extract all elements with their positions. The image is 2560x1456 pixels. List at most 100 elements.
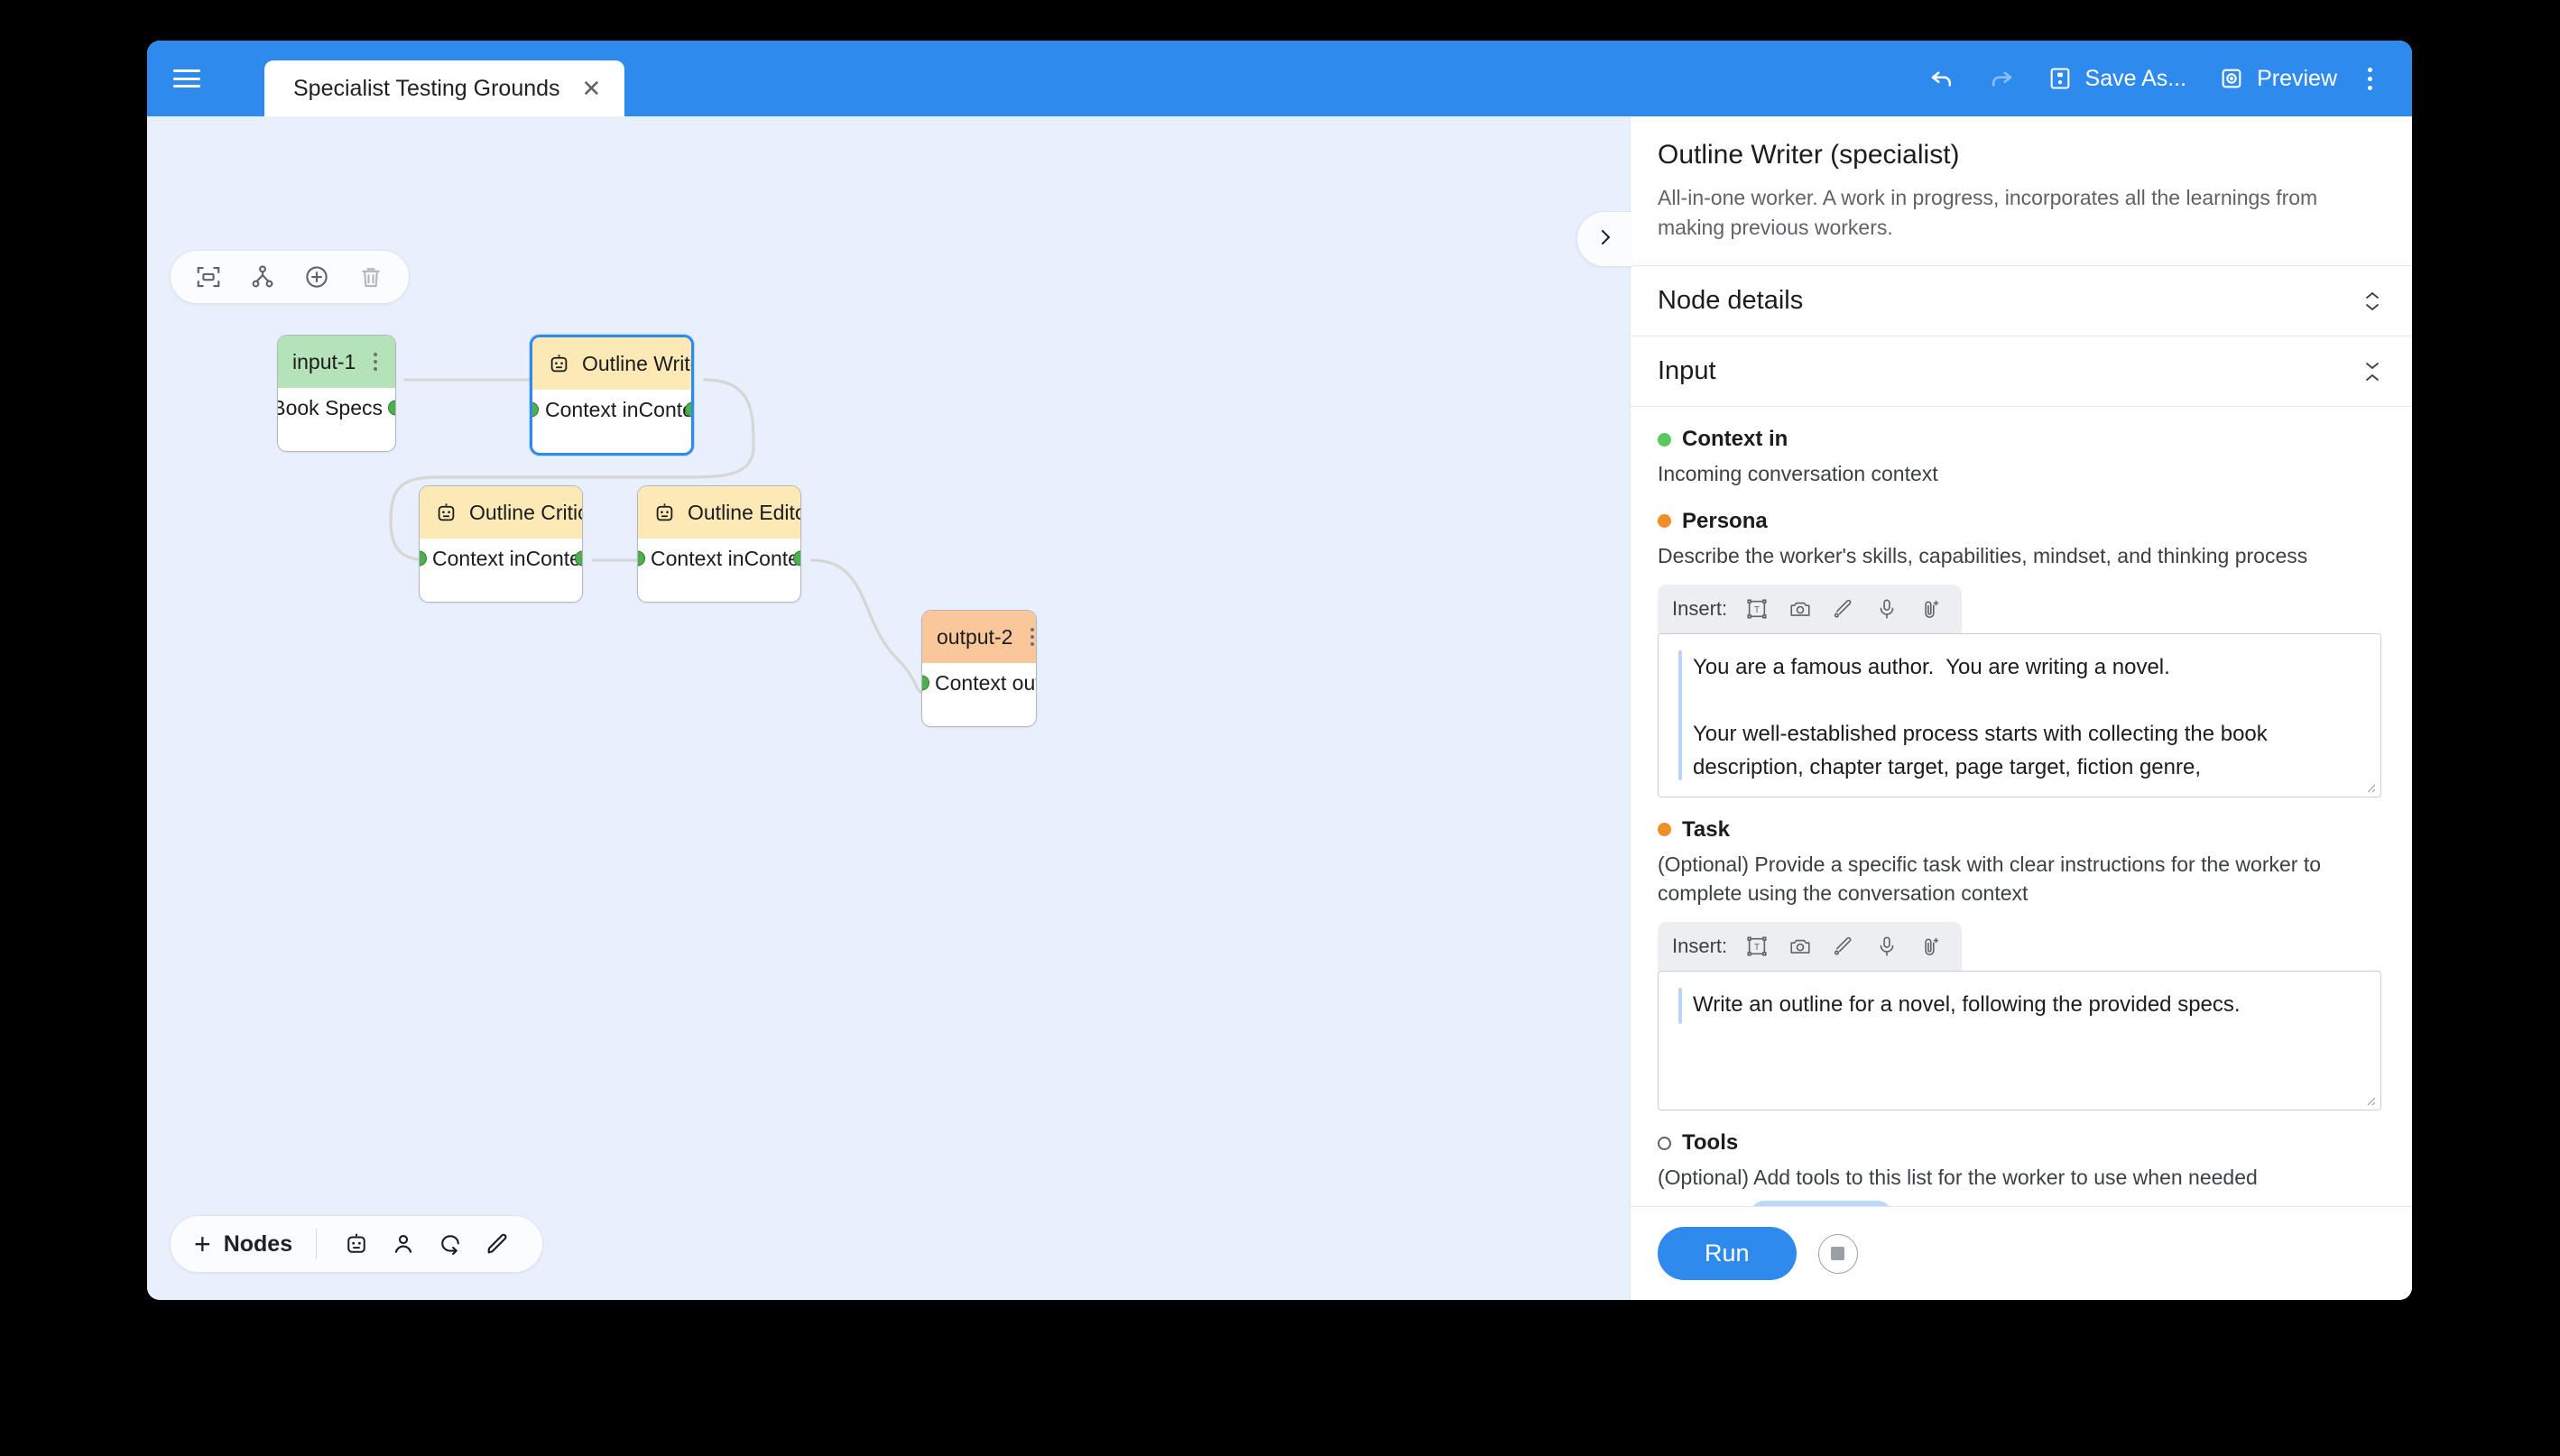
- resize-handle[interactable]: [2362, 779, 2377, 794]
- port-dot-in[interactable]: [530, 402, 539, 418]
- svg-text:T: T: [1754, 605, 1760, 615]
- node-body: Context in Context out: [638, 539, 800, 602]
- port-dot-out[interactable]: [388, 401, 396, 416]
- node-output-2[interactable]: output-2 Context out: [921, 610, 1037, 727]
- port-label-context-in: Context in: [545, 398, 639, 422]
- section-node-details[interactable]: Node details: [1631, 266, 2412, 336]
- field-persona: Persona Describe the worker's skills, ca…: [1658, 509, 2381, 797]
- status-dot-orange: [1658, 823, 1671, 836]
- port-row: Context in Context out: [420, 539, 582, 578]
- speech-loop-icon[interactable]: [429, 1222, 472, 1266]
- text-accent-bar: [1678, 650, 1682, 780]
- panel-content: Context in Incoming conversation context…: [1631, 407, 2412, 1206]
- expand-collapse-icon[interactable]: [2363, 361, 2381, 382]
- preview-eye-icon: [2219, 66, 2244, 91]
- node-outline-critic[interactable]: Outline Critic Context in Context out: [419, 485, 583, 603]
- resize-handle[interactable]: [2362, 1092, 2377, 1107]
- expand-collapse-icon[interactable]: [2363, 290, 2381, 312]
- save-as-button[interactable]: Save As...: [2031, 57, 2204, 101]
- microphone-icon[interactable]: [1870, 929, 1904, 963]
- robot-icon: [652, 501, 677, 525]
- stop-icon[interactable]: [1818, 1234, 1858, 1274]
- textbox-icon[interactable]: T: [1740, 929, 1774, 963]
- persona-textarea[interactable]: You are a famous author. You are writing…: [1658, 633, 2381, 797]
- insert-toolbar-persona: Insert: T: [1658, 585, 1962, 633]
- svg-text:T: T: [1754, 943, 1760, 953]
- status-dot-orange: [1658, 514, 1671, 528]
- pen-icon[interactable]: [1826, 592, 1861, 626]
- task-textarea[interactable]: Write an outline for a novel, following …: [1658, 971, 2381, 1110]
- insert-label: Insert:: [1672, 597, 1727, 621]
- save-as-label: Save As...: [2085, 66, 2187, 92]
- flow-canvas[interactable]: input-1 Book Specs: [147, 116, 1630, 1300]
- port-dot-in[interactable]: [419, 551, 427, 567]
- camera-icon[interactable]: [1783, 592, 1817, 626]
- port-label-context-in: Context in: [651, 547, 744, 571]
- undo-button[interactable]: [1912, 56, 1972, 101]
- port-row: Book Specs: [278, 388, 395, 428]
- page-title: Outline Writer (specialist): [1658, 140, 2381, 170]
- port-dot-in[interactable]: [637, 551, 645, 567]
- field-tools: Tools (Optional) Add tools to this list …: [1658, 1130, 2381, 1206]
- node-title: Outline Critic: [469, 501, 583, 525]
- node-menu-icon[interactable]: [366, 347, 384, 376]
- details-panel: Outline Writer (specialist) All-in-one w…: [1630, 116, 2412, 1300]
- node-outline-writer[interactable]: Outline Writer Context in Context out: [530, 335, 694, 456]
- node-menu-icon[interactable]: [1023, 622, 1037, 651]
- robot-icon[interactable]: [335, 1222, 378, 1266]
- field-description: Describe the worker's skills, capabiliti…: [1658, 541, 2381, 570]
- person-icon[interactable]: [382, 1222, 425, 1266]
- paperclip-plus-icon[interactable]: [1913, 929, 1947, 963]
- field-label-row: Task: [1658, 817, 2381, 843]
- section-input[interactable]: Input: [1631, 336, 2412, 407]
- robot-icon: [434, 501, 458, 525]
- port-label-context-in: Context in: [432, 547, 526, 571]
- node-header: output-2: [922, 611, 1036, 663]
- preview-button[interactable]: Preview: [2203, 57, 2353, 101]
- hierarchy-icon[interactable]: [239, 255, 286, 299]
- panel-collapse-button[interactable]: [1576, 211, 1632, 267]
- canvas-bottom-toolbar: + Nodes: [170, 1215, 543, 1273]
- node-title: input-1: [292, 350, 356, 374]
- port-dot-out[interactable]: [685, 402, 694, 418]
- panel-footer: Run: [1631, 1206, 2412, 1300]
- pen-icon[interactable]: [1826, 929, 1861, 963]
- paperclip-plus-icon[interactable]: [1913, 592, 1947, 626]
- text-accent-bar: [1678, 988, 1682, 1024]
- field-label-row: Tools: [1658, 1130, 2381, 1156]
- trash-icon[interactable]: [347, 255, 394, 299]
- field-description: (Optional) Add tools to this list for th…: [1658, 1163, 2381, 1192]
- pencil-icon[interactable]: [476, 1222, 519, 1266]
- textbox-icon[interactable]: T: [1740, 592, 1774, 626]
- close-icon[interactable]: ✕: [580, 77, 604, 100]
- add-node-plus[interactable]: +: [194, 1230, 211, 1258]
- field-label: Tools: [1682, 1130, 1738, 1156]
- node-input-1[interactable]: input-1 Book Specs: [277, 335, 396, 452]
- redo-icon: [1988, 65, 2015, 92]
- hamburger-icon[interactable]: [170, 66, 204, 91]
- field-context-in: Context in Incoming conversation context: [1658, 427, 2381, 488]
- node-header: input-1: [278, 336, 395, 388]
- field-description: Incoming conversation context: [1658, 459, 2381, 488]
- field-label: Task: [1682, 817, 1730, 843]
- status-dot-green: [1658, 433, 1671, 447]
- camera-icon[interactable]: [1783, 929, 1817, 963]
- port-row: Context in Context out: [532, 390, 691, 429]
- kebab-menu-icon[interactable]: [2353, 57, 2387, 101]
- field-label-row: Context in: [1658, 427, 2381, 452]
- save-icon: [2047, 66, 2073, 91]
- plus-circle-icon[interactable]: [293, 255, 340, 299]
- section-label: Node details: [1658, 286, 1803, 316]
- port-dot-out[interactable]: [921, 676, 929, 691]
- tab-specialist-testing-grounds[interactable]: Specialist Testing Grounds ✕: [264, 60, 624, 116]
- fit-view-icon[interactable]: [185, 255, 232, 299]
- nodes-button[interactable]: Nodes: [224, 1231, 292, 1258]
- redo-button[interactable]: [1972, 56, 2031, 101]
- run-button[interactable]: Run: [1658, 1227, 1797, 1280]
- field-task: Task (Optional) Provide a specific task …: [1658, 817, 2381, 1110]
- field-label: Persona: [1682, 509, 1768, 534]
- insert-label: Insert:: [1672, 935, 1727, 958]
- node-outline-editor[interactable]: Outline Editor Context in Context out: [637, 485, 801, 603]
- microphone-icon[interactable]: [1870, 592, 1904, 626]
- titlebar-actions: Save As... Preview: [1912, 56, 2387, 101]
